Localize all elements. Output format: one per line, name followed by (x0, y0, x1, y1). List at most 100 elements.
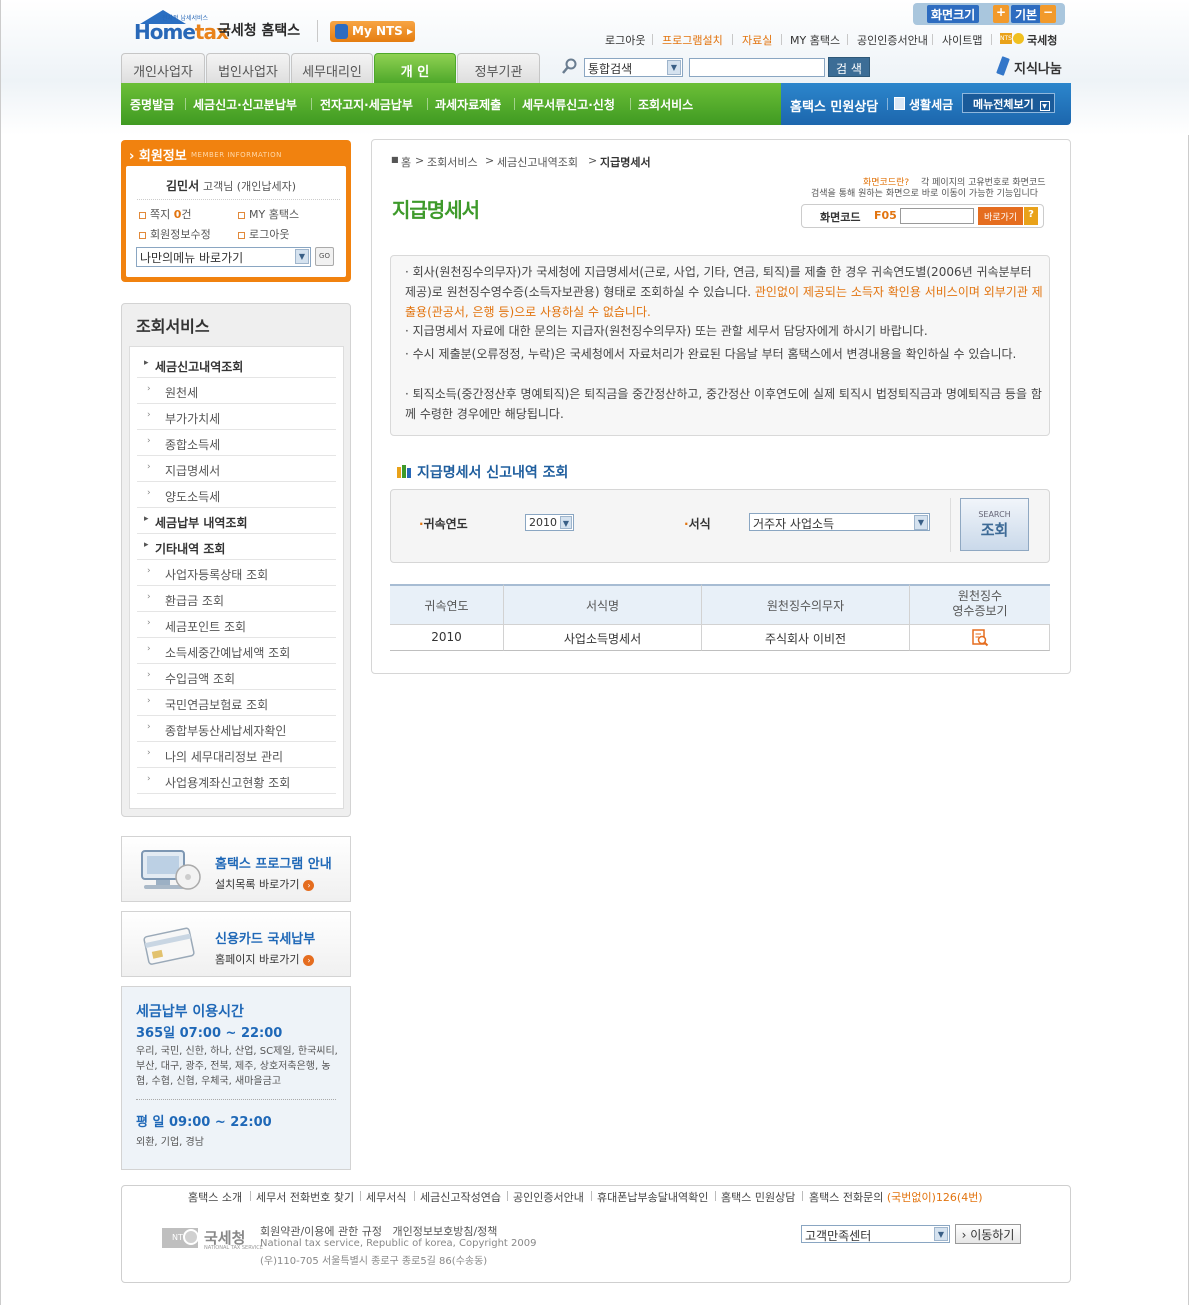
program-guide-link[interactable]: 설치목록 바로가기 › (215, 876, 315, 892)
sidebar-item[interactable]: ▸ 세금납부 내역조회 (137, 508, 336, 534)
view-receipt-icon[interactable] (971, 629, 989, 647)
footer-link[interactable]: 홈택스 소개 (188, 1189, 242, 1205)
all-menu-button[interactable]: 메뉴전체보기 ▼ (962, 93, 1055, 113)
menu-tax-data[interactable]: 과세자료제출 (435, 96, 501, 113)
member-title-text: 회원정보 (138, 149, 187, 164)
breadcrumb-lookup[interactable]: 조회서비스 (427, 154, 478, 170)
my-hometax-link[interactable]: MY 홈택스 (790, 32, 840, 48)
go-button[interactable]: GO (315, 247, 334, 266)
lookup-button[interactable]: SEARCH 조회 (960, 498, 1029, 551)
footer-link[interactable]: 세금신고작성연습 (420, 1189, 501, 1205)
page-title: 지급명세서 (392, 198, 480, 222)
search-button[interactable]: 검 색 (828, 57, 870, 77)
divider (507, 1191, 508, 1201)
footer-link[interactable]: 공인인증서안내 (513, 1189, 584, 1205)
column-header-receipt: 원천징수 영수증보기 (910, 584, 1050, 624)
menu-certificate[interactable]: 증명발급 (130, 96, 174, 113)
divider (887, 98, 888, 110)
sidebar-item-label: 사업자등록상태 조회 (165, 568, 269, 582)
my-hometax-member-link[interactable]: MY 홈택스 (238, 206, 299, 222)
sidebar-item-label: 국민연금보험료 조회 (165, 698, 269, 712)
form-select[interactable]: 거주자 사업소득 ▼ (749, 513, 930, 531)
tab-tax-agent[interactable]: 세무대리인 (291, 53, 373, 83)
credit-card-link[interactable]: 홈페이지 바로가기 › (215, 951, 315, 967)
sidebar-item[interactable]: › 나의 세무대리정보 관리 (137, 742, 336, 768)
tab-individual[interactable]: 개 인 (374, 53, 456, 83)
tab-government[interactable]: 정부기관 (457, 53, 540, 83)
sidebar-item[interactable]: › 사업용계좌신고현황 조회 (137, 768, 336, 794)
my-hometax-label: MY 홈택스 (249, 208, 300, 221)
sidebar-item[interactable]: › 양도소득세 (137, 482, 336, 508)
menu-civil-counsel[interactable]: 홈택스 민원상담 (790, 96, 878, 115)
credit-card-banner[interactable]: 신용카드 국세납부 홈페이지 바로가기 › (121, 911, 351, 977)
breadcrumb-tax-history[interactable]: 세금신고내역조회 (497, 154, 578, 170)
footer-go-label: 이동하기 (970, 1228, 1015, 1242)
sidebar-item[interactable]: ▸ 세금신고내역조회 (137, 352, 336, 378)
calculator-icon (894, 97, 905, 110)
sidebar-item[interactable]: › 원천세 (137, 378, 336, 404)
footer-site-select[interactable]: 고객만족센터 ▼ (801, 1225, 950, 1243)
nts-link[interactable]: 국세청 (1027, 32, 1057, 48)
screen-code-input[interactable] (900, 208, 974, 224)
tab-individual-business[interactable]: 개인사업자 (121, 53, 205, 83)
edit-member-label: 회원정보수정 (150, 228, 211, 241)
footer-policy-links[interactable]: 회원약관/이용에 관한 규정 개인정보보호방침/정책 (260, 1223, 497, 1239)
section-title: 지급명세서 신고내역 조회 (417, 465, 569, 481)
sidebar-item[interactable]: ▸ 기타내역 조회 (137, 534, 336, 560)
footer-phone: 홈택스 전화문의 (국번없이)126(4번) (809, 1189, 983, 1205)
menu-e-notice[interactable]: 전자고지·세금납부 (320, 96, 413, 113)
screen-code-hint-2: 검색을 통해 원하는 화면으로 바로 이동이 가능한 기능입니다 (811, 189, 1039, 199)
sidebar-item-label: 세금신고내역조회 (155, 360, 244, 374)
sidebar-item[interactable]: › 지급명세서 (137, 456, 336, 482)
menu-tax-filing[interactable]: 세금신고·신고분납부 (193, 96, 297, 113)
archive-link[interactable]: 자료실 (742, 32, 772, 48)
logo-text: Hometax (134, 20, 229, 44)
my-menu-select[interactable]: 나만의메뉴 바로가기 ▼ (136, 247, 311, 267)
sidebar-item[interactable]: › 세금포인트 조회 (137, 612, 336, 638)
menu-lookup-service[interactable]: 조회서비스 (638, 96, 693, 113)
logout-link[interactable]: 로그아웃 (605, 32, 645, 48)
hometax-logo[interactable]: 전자적 납세서비스 Hometax (134, 10, 229, 46)
sidebar-item[interactable]: › 환급금 조회 (137, 586, 336, 612)
sidebar-item[interactable]: › 소득세중간예납세액 조회 (137, 638, 336, 664)
breadcrumb-home[interactable]: 홈 (401, 154, 411, 170)
divider (360, 1191, 361, 1201)
sidebar-item[interactable]: › 종합소득세 (137, 430, 336, 456)
my-nts-button[interactable]: My NTS ▸ (330, 21, 415, 42)
cert-guide-link[interactable]: 공인인증서안내 (857, 32, 928, 48)
help-icon[interactable]: ? (1024, 207, 1038, 225)
divider (932, 34, 933, 45)
program-guide-banner[interactable]: 홈택스 프로그램 안내 설치목록 바로가기 › (121, 836, 351, 902)
footer-link[interactable]: 세무서 전화번호 찾기 (256, 1189, 354, 1205)
tab-corporate-business[interactable]: 법인사업자 (206, 53, 290, 83)
year-select[interactable]: 2010 ▼ (525, 514, 574, 531)
program-install-link[interactable]: 프로그램설치 (662, 32, 723, 48)
menu-tax-documents[interactable]: 세무서류신고·신청 (522, 96, 615, 113)
zoom-in-button[interactable]: + (993, 5, 1009, 23)
search-input[interactable] (689, 58, 825, 77)
zoom-default-button[interactable]: 기본 (1011, 5, 1042, 23)
edit-member-link[interactable]: 회원정보수정 (139, 226, 211, 242)
footer-link[interactable]: 홈택스 민원상담 (721, 1189, 795, 1205)
menu-living-tax[interactable]: 생활세금 (909, 96, 953, 113)
search-scope-select[interactable]: 통합검색 ▼ (584, 58, 683, 77)
sidebar-item[interactable]: › 수입금액 조회 (137, 664, 336, 690)
sidebar-item[interactable]: › 사업자등록상태 조회 (137, 560, 336, 586)
footer-go-button[interactable]: › 이동하기 (955, 1224, 1021, 1244)
sidebar-item[interactable]: › 부가가치세 (137, 404, 336, 430)
sidebar-item[interactable]: › 종합부동산세납세자확인 (137, 716, 336, 742)
font-size-bar: 화면크기 + 기본 − (913, 3, 1065, 25)
note-link[interactable]: 쪽지 0건 (139, 206, 192, 222)
zoom-out-button[interactable]: − (1040, 5, 1056, 23)
sitemap-link[interactable]: 사이트맵 (942, 32, 982, 48)
chevron-right-icon: › (147, 436, 151, 446)
member-logout-label: 로그아웃 (249, 228, 290, 241)
bullet-icon (139, 211, 146, 219)
footer-link[interactable]: 세무서식 (366, 1189, 406, 1205)
sidebar-item[interactable]: › 국민연금보험료 조회 (137, 690, 336, 716)
knowledge-sharing-link[interactable]: 지식나눔 (1014, 58, 1062, 77)
footer-link[interactable]: 휴대폰납부송달내역확인 (597, 1189, 708, 1205)
member-logout-link[interactable]: 로그아웃 (238, 226, 289, 242)
screen-code-go-button[interactable]: 바로가기 (978, 207, 1023, 225)
divider (847, 34, 848, 45)
